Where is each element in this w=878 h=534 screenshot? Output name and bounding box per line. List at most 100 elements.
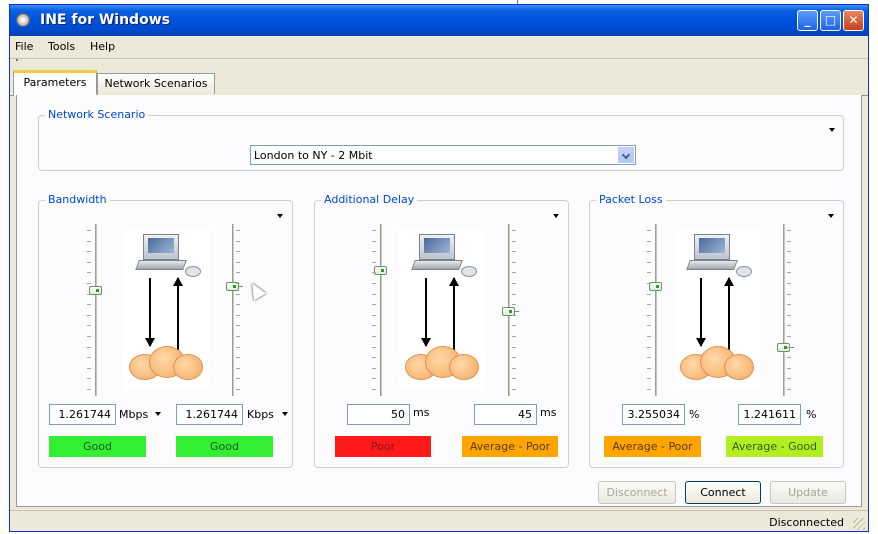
slider-tick	[372, 272, 376, 274]
slider-tick	[87, 378, 91, 380]
slider-tick	[87, 304, 91, 306]
menu-file[interactable]: File	[15, 40, 33, 53]
tab-strip: Parameters Network Scenarios	[10, 69, 868, 96]
slider-tick	[512, 272, 516, 274]
disconnect-button[interactable]: Disconnect	[598, 481, 676, 504]
slider-thumb[interactable]	[374, 266, 387, 275]
menu-tools[interactable]: Tools	[48, 40, 75, 53]
slider-tick	[647, 293, 651, 295]
slider-tick	[647, 325, 651, 327]
delay-right-value[interactable]: 45	[474, 404, 537, 425]
slider-tick	[236, 325, 240, 327]
delay-left-slider[interactable]	[371, 224, 391, 396]
slider-tick	[236, 389, 240, 390]
cloud-icon	[173, 354, 203, 380]
dropdown-caret-icon[interactable]	[829, 128, 835, 132]
chevron-down-icon[interactable]	[618, 147, 634, 163]
delay-right-status: Average - Poor	[462, 436, 558, 457]
bandwidth-legend: Bandwidth	[45, 193, 110, 206]
network-scenario-group: Network Scenario London to NY - 2 Mbit	[38, 108, 844, 171]
mouse-icon	[461, 266, 477, 277]
slider-tick	[236, 367, 240, 369]
delay-right-unit: ms	[540, 406, 557, 419]
slider-tick	[372, 283, 376, 284]
slider-tick	[512, 230, 516, 231]
connect-button[interactable]: Connect	[685, 481, 761, 504]
slider-tick	[787, 230, 791, 231]
packet-loss-legend: Packet Loss	[596, 193, 666, 206]
bandwidth-right-status: Good	[176, 436, 273, 457]
slider-tick	[236, 378, 240, 380]
scenario-selected-value: London to NY - 2 Mbit	[254, 149, 373, 162]
slider-tick	[647, 230, 651, 231]
slider-tick	[372, 325, 376, 327]
minimize-button[interactable]: _	[797, 10, 818, 31]
computer-base	[135, 260, 187, 270]
bandwidth-right-slider[interactable]	[223, 224, 243, 396]
slider-tick	[87, 367, 91, 369]
slider-tick	[512, 240, 516, 242]
app-icon[interactable]	[16, 13, 30, 27]
slider-tick	[372, 336, 376, 337]
bandwidth-left-unit[interactable]: Mbps	[119, 408, 148, 421]
bandwidth-left-slider[interactable]	[86, 224, 106, 396]
slider-tick	[87, 346, 91, 348]
dropdown-caret-icon[interactable]	[828, 214, 834, 218]
slider-tick	[236, 336, 240, 337]
slider-tick	[236, 304, 240, 306]
tab-network-scenarios[interactable]: Network Scenarios	[97, 73, 215, 94]
bandwidth-right-unit[interactable]: Kbps	[247, 408, 274, 421]
slider-tick	[87, 336, 91, 337]
bandwidth-left-status: Good	[49, 436, 146, 457]
slider-tick	[236, 283, 240, 284]
slider-tick	[647, 314, 651, 316]
packet-loss-left-status: Average - Poor	[604, 436, 701, 457]
packet-loss-network-illustration	[674, 230, 760, 390]
slider-tick	[512, 261, 516, 263]
status-bar: Disconnected	[10, 510, 868, 531]
update-button[interactable]: Update	[770, 481, 846, 504]
slider-tick	[372, 346, 376, 348]
mouse-icon	[185, 266, 201, 277]
slider-tick	[372, 314, 376, 316]
maximize-button[interactable]: □	[820, 10, 841, 31]
packet-loss-right-unit: %	[806, 408, 817, 421]
arrow-down-icon	[421, 278, 431, 347]
slider-tick	[512, 367, 516, 369]
slider-tick	[512, 293, 516, 295]
scenario-select[interactable]: London to NY - 2 Mbit	[250, 145, 636, 165]
slider-tick	[236, 293, 240, 295]
slider-tick	[647, 272, 651, 274]
computer-base	[411, 260, 463, 270]
delay-right-slider[interactable]	[499, 224, 519, 396]
tab-parameters[interactable]: Parameters	[13, 70, 97, 96]
packet-loss-right-status: Average - Good	[726, 436, 823, 457]
dropdown-caret-icon[interactable]	[277, 214, 283, 218]
delay-left-value[interactable]: 50	[347, 404, 410, 425]
packet-loss-left-slider[interactable]	[646, 224, 666, 396]
slider-tick	[647, 357, 651, 359]
dropdown-caret-icon[interactable]	[155, 412, 161, 416]
menu-help[interactable]: Help	[90, 40, 115, 53]
slider-tick	[787, 389, 791, 390]
slider-tick	[236, 261, 240, 263]
menu-bar: File Tools Help	[10, 36, 868, 59]
packet-loss-right-value[interactable]: 1.241611	[738, 404, 801, 425]
bandwidth-right-value[interactable]: 1.261744	[176, 404, 243, 425]
dropdown-caret-icon[interactable]	[282, 412, 288, 416]
slider-tick	[236, 230, 240, 231]
slider-tick	[787, 251, 791, 253]
slider-tick	[512, 314, 516, 316]
title-bar[interactable]: INE for Windows _ □ ✕	[10, 5, 868, 36]
bandwidth-left-value[interactable]: 1.261744	[49, 404, 116, 425]
resize-grip-icon[interactable]	[853, 518, 865, 530]
computer-icon	[694, 234, 730, 260]
slider-tick	[647, 261, 651, 263]
dropdown-caret-icon[interactable]	[553, 214, 559, 218]
slider-tick	[236, 240, 240, 242]
packet-loss-right-slider[interactable]	[774, 224, 794, 396]
cloud-icon	[449, 354, 479, 380]
packet-loss-left-value[interactable]: 3.255034	[622, 404, 685, 425]
close-button[interactable]: ✕	[843, 10, 864, 31]
slider-tick	[236, 357, 240, 359]
